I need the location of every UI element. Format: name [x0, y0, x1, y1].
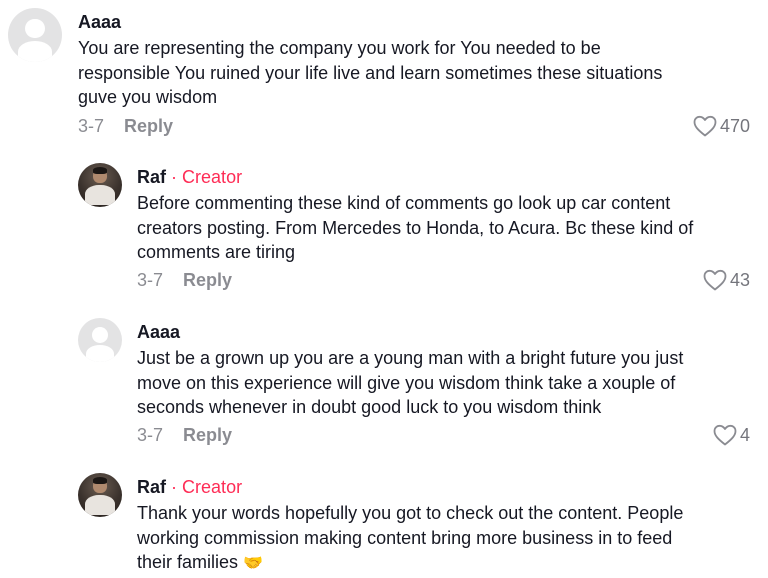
comment-date: 3-7	[78, 116, 105, 136]
reply-button[interactable]: Reply	[124, 116, 173, 136]
comment-body: Thank your words hopefully you got to ch…	[137, 503, 684, 572]
comment-date: 3-7	[137, 425, 164, 445]
author-name[interactable]: Aaaa	[78, 12, 121, 32]
default-avatar[interactable]	[78, 318, 122, 362]
reply-thread-item: Aaaa Just be a grown up you are a young …	[0, 310, 768, 460]
creator-badge: Creator	[182, 167, 243, 187]
reply-button[interactable]: Reply	[183, 425, 232, 445]
like-count: 4	[739, 425, 750, 445]
author-name[interactable]: Raf	[137, 477, 166, 497]
creator-badge: Creator	[182, 477, 243, 497]
like-button[interactable]: 4	[713, 423, 750, 447]
author-name[interactable]: Raf	[137, 167, 166, 187]
handshake-emoji: 🤝	[243, 555, 263, 572]
like-count: 43	[729, 270, 750, 290]
reply-thread-item: Raf · Creator Thank your words hopefully…	[0, 465, 768, 578]
comment-date: 3-7	[137, 270, 164, 290]
like-button[interactable]: 470	[693, 114, 750, 138]
comment-author[interactable]: Raf · Creator	[137, 165, 242, 189]
like-button[interactable]: 43	[703, 268, 750, 292]
author-name[interactable]: Aaaa	[137, 322, 180, 342]
heart-icon	[693, 115, 717, 137]
comment-text: Before commenting these kind of comments…	[137, 193, 694, 262]
comment-meta: 3-7 Reply	[137, 268, 232, 292]
creator-avatar[interactable]	[78, 163, 122, 207]
creator-avatar[interactable]	[78, 473, 122, 517]
comment-text: Just be a grown up you are a young man w…	[137, 348, 684, 417]
separator: ·	[171, 477, 178, 497]
comment-author[interactable]: Raf · Creator	[137, 475, 242, 499]
comment-text: You are representing the company you wor…	[78, 38, 663, 107]
heart-icon	[713, 424, 737, 446]
comment-author[interactable]: Aaaa	[137, 320, 180, 344]
default-avatar[interactable]	[8, 8, 62, 62]
like-count: 470	[719, 116, 750, 136]
comment-text: Thank your words hopefully you got to ch…	[137, 501, 757, 577]
heart-icon	[703, 269, 727, 291]
comment-thread-item: Aaaa You are representing the company yo…	[0, 0, 768, 150]
reply-thread-item: Raf · Creator Before commenting these ki…	[0, 155, 768, 305]
reply-button[interactable]: Reply	[183, 270, 232, 290]
comment-author[interactable]: Aaaa	[78, 10, 121, 34]
comment-meta: 3-7 Reply	[78, 114, 173, 138]
separator: ·	[171, 167, 178, 187]
comment-meta: 3-7 Reply	[137, 423, 232, 447]
